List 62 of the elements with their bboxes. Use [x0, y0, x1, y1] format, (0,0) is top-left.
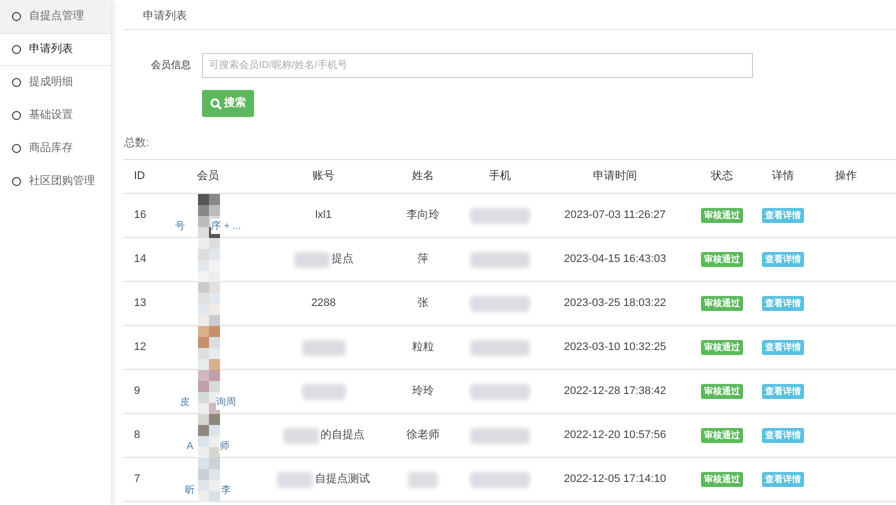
table-cell-text: 粒粒	[412, 340, 434, 356]
table-cell: 12	[134, 341, 146, 354]
column-header: 手机	[489, 170, 511, 182]
member-name: 询周	[216, 395, 236, 410]
sidebar-item[interactable]: 自提点管理	[0, 0, 111, 33]
status-badge: 审核通过	[701, 296, 743, 312]
total-label: 总数:	[124, 136, 150, 151]
column-header: 姓名	[412, 170, 434, 182]
table-cell: 7	[134, 473, 140, 486]
table-cell: 2022-12-05 17:14:10	[564, 473, 666, 486]
column-header: 状态	[711, 170, 733, 182]
view-details-button[interactable]: 查看详情	[762, 340, 804, 356]
search-field[interactable]: 可搜索会员ID/昵称/姓名/手机号	[202, 53, 753, 78]
column-header: 详情	[772, 170, 794, 182]
table-cell-text: 张	[418, 296, 428, 312]
status-badge: 审核通过	[701, 252, 743, 268]
table-cell: 2023-07-03 11:26:27	[564, 209, 666, 222]
status-badge: 审核通过	[701, 340, 743, 356]
status-badge: 审核通过	[701, 208, 743, 224]
table-cell: 2023-03-10 10:32:25	[564, 341, 666, 354]
table-cell-text: 徐老师	[406, 428, 440, 444]
table-cell: 2023-04-15 16:43:03	[564, 253, 666, 266]
view-details-button[interactable]: 查看详情	[762, 472, 804, 488]
column-header: 操作	[835, 170, 857, 182]
table-cell: 2022-12-28 17:38:42	[564, 385, 666, 398]
member-name: 师	[219, 439, 230, 454]
column-header: 账号	[312, 170, 334, 182]
table-cell-text: 2288	[311, 296, 336, 312]
status-badge: 审核通过	[701, 472, 743, 488]
table-cell: 13	[134, 297, 146, 310]
search-button[interactable]: 搜索	[202, 90, 254, 117]
sidebar-item[interactable]: 基础设置	[0, 99, 111, 132]
column-header: 申请时间	[593, 170, 637, 182]
status-badge: 审核通过	[701, 384, 743, 400]
table-cell-text: 萍	[418, 252, 428, 268]
table-cell: 16	[134, 209, 146, 222]
view-details-button[interactable]: 查看详情	[762, 428, 804, 444]
table-cell-text: lxl1	[315, 208, 332, 224]
table-cell-text: 提点	[332, 252, 354, 268]
table-cell-text: 自提点测试	[315, 472, 370, 488]
table-cell-text: 的自提点	[320, 428, 364, 444]
table-cell: 2022-12-20 10:57:56	[564, 429, 666, 442]
page-title: 申请列表	[143, 9, 187, 24]
status-badge: 审核通过	[701, 428, 743, 444]
table-cell: 2023-03-25 18:03:22	[564, 297, 666, 310]
table-cell: 9	[134, 385, 140, 398]
sidebar-item[interactable]: 申请列表	[0, 33, 111, 66]
table-cell: 14	[134, 253, 146, 266]
view-details-button[interactable]: 查看详情	[762, 208, 804, 224]
column-header: ID	[134, 170, 145, 182]
sidebar-item[interactable]: 商品库存	[0, 132, 111, 165]
field-label: 会员信息	[150, 58, 192, 73]
view-details-button[interactable]: 查看详情	[762, 296, 804, 312]
member-name: 序 + ...	[211, 219, 241, 234]
column-header: 会员	[197, 170, 219, 182]
sidebar-item[interactable]: 社区团购管理	[0, 165, 111, 198]
view-details-button[interactable]: 查看详情	[762, 384, 804, 400]
table-cell-text: 玲玲	[412, 384, 434, 400]
table-cell-text: 李向玲	[406, 208, 440, 224]
view-details-button[interactable]: 查看详情	[762, 252, 804, 268]
sidebar-item[interactable]: 提成明细	[0, 66, 111, 99]
table-cell: 8	[134, 429, 140, 442]
